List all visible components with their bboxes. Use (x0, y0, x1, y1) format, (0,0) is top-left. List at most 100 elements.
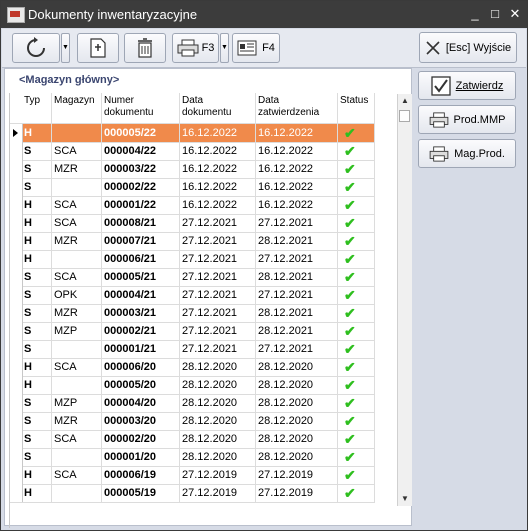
table-row[interactable]: S 000001/20 28.12.2020 28.12.2020 ✔ (10, 448, 375, 467)
cell-typ: S (22, 178, 52, 196)
table-row[interactable]: S MZP 000002/21 27.12.2021 28.12.2021 ✔ (10, 322, 375, 341)
cell-data_dok: 28.12.2020 (180, 448, 256, 466)
table-row[interactable]: S MZR 000003/21 27.12.2021 28.12.2021 ✔ (10, 304, 375, 323)
cell-typ: S (22, 160, 52, 178)
table-row[interactable]: S MZR 000003/20 28.12.2020 28.12.2020 ✔ (10, 412, 375, 431)
grid-header-row: Typ Magazyn Numer dokumentu Data dokumen… (10, 93, 375, 124)
column-header-typ[interactable]: Typ (22, 93, 52, 123)
table-row[interactable]: S MZP 000004/20 28.12.2020 28.12.2020 ✔ (10, 394, 375, 413)
cell-data_dok: 28.12.2020 (180, 376, 256, 394)
cell-magazyn: MZR (52, 232, 102, 250)
cell-data_dok: 28.12.2020 (180, 394, 256, 412)
table-row[interactable]: H 000005/20 28.12.2020 28.12.2020 ✔ (10, 376, 375, 395)
cell-magazyn (52, 484, 102, 502)
title-bar[interactable]: Dokumenty inwentaryzacyjne _ □ ✕ (1, 1, 527, 28)
cell-data_zatw: 27.12.2021 (256, 250, 338, 268)
table-row[interactable]: S OPK 000004/21 27.12.2021 27.12.2021 ✔ (10, 286, 375, 305)
cell-numer: 000003/22 (102, 160, 180, 178)
status-check-icon: ✔ (338, 214, 375, 232)
table-row[interactable]: S SCA 000002/20 28.12.2020 28.12.2020 ✔ (10, 430, 375, 449)
prod-mmp-button[interactable]: Prod.MMP (418, 105, 516, 134)
table-row[interactable]: S SCA 000004/22 16.12.2022 16.12.2022 ✔ (10, 142, 375, 161)
status-check-icon: ✔ (338, 358, 375, 376)
new-document-button[interactable] (77, 33, 119, 63)
cell-data_zatw: 27.12.2021 (256, 214, 338, 232)
documents-grid[interactable]: Typ Magazyn Numer dokumentu Data dokumen… (9, 93, 375, 528)
cell-data_dok: 28.12.2020 (180, 430, 256, 448)
zatwierdz-label: Zatwierdz (455, 79, 504, 92)
zatwierdz-button[interactable]: Zatwierdz (418, 71, 516, 100)
table-row[interactable]: H 000005/19 27.12.2019 27.12.2019 ✔ (10, 484, 375, 503)
column-header-status[interactable]: Status (338, 93, 375, 123)
cell-data_dok: 27.12.2021 (180, 322, 256, 340)
cell-data_dok: 28.12.2020 (180, 358, 256, 376)
table-row[interactable]: H SCA 000001/22 16.12.2022 16.12.2022 ✔ (10, 196, 375, 215)
delete-button[interactable] (124, 33, 166, 63)
document-f4-button[interactable]: F4 (232, 33, 280, 63)
cell-data_zatw: 16.12.2022 (256, 196, 338, 214)
table-row[interactable]: S 000001/21 27.12.2021 27.12.2021 ✔ (10, 340, 375, 359)
cell-typ: H (22, 484, 52, 502)
cell-numer: 000006/19 (102, 466, 180, 484)
cell-magazyn: SCA (52, 142, 102, 160)
column-header-numer[interactable]: Numer dokumentu (102, 93, 180, 123)
cell-data_dok: 16.12.2022 (180, 178, 256, 196)
column-header-data-zatwierdzenia[interactable]: Data zatwierdzenia (256, 93, 338, 123)
table-row[interactable]: S MZR 000003/22 16.12.2022 16.12.2022 ✔ (10, 160, 375, 179)
column-header-data-dokumentu[interactable]: Data dokumentu (180, 93, 256, 123)
scroll-down-arrow[interactable]: ▼ (398, 492, 412, 506)
print-f3-button[interactable]: F3 (172, 33, 219, 63)
cell-data_zatw: 27.12.2021 (256, 286, 338, 304)
column-header-magazyn[interactable]: Magazyn (52, 93, 102, 123)
cell-magazyn: SCA (52, 430, 102, 448)
cell-numer: 000005/19 (102, 484, 180, 502)
status-check-icon: ✔ (338, 286, 375, 304)
table-row[interactable]: H 000006/21 27.12.2021 27.12.2021 ✔ (10, 250, 375, 269)
refresh-button[interactable] (12, 33, 60, 63)
cell-data_zatw: 16.12.2022 (256, 160, 338, 178)
mag-prod-button[interactable]: Mag.Prod. (418, 139, 516, 168)
cell-magazyn: SCA (52, 466, 102, 484)
status-check-icon: ✔ (338, 376, 375, 394)
cell-data_dok: 27.12.2021 (180, 250, 256, 268)
cell-numer: 000006/21 (102, 250, 180, 268)
status-check-icon: ✔ (338, 232, 375, 250)
table-row[interactable]: H MZR 000007/21 27.12.2021 28.12.2021 ✔ (10, 232, 375, 251)
table-row[interactable]: S 000002/22 16.12.2022 16.12.2022 ✔ (10, 178, 375, 197)
cell-data_dok: 27.12.2021 (180, 232, 256, 250)
cell-data_dok: 16.12.2022 (180, 196, 256, 214)
minimize-button[interactable]: _ (466, 5, 484, 23)
cell-numer: 000001/22 (102, 196, 180, 214)
cell-data_dok: 27.12.2019 (180, 484, 256, 502)
table-row[interactable]: H SCA 000006/19 27.12.2019 27.12.2019 ✔ (10, 466, 375, 485)
new-document-icon (90, 38, 106, 58)
cell-data_dok: 16.12.2022 (180, 124, 256, 142)
checkbox-icon (431, 75, 451, 96)
status-check-icon: ✔ (338, 304, 375, 322)
cell-magazyn: OPK (52, 286, 102, 304)
maximize-button[interactable]: □ (486, 5, 504, 23)
cell-magazyn: SCA (52, 214, 102, 232)
close-button[interactable]: ✕ (506, 5, 524, 23)
table-row[interactable]: S SCA 000005/21 27.12.2021 28.12.2021 ✔ (10, 268, 375, 287)
print-dropdown-arrow[interactable]: ▼ (220, 33, 229, 63)
table-row[interactable]: H 000005/22 16.12.2022 16.12.2022 ✔ (10, 124, 375, 143)
scroll-up-arrow[interactable]: ▲ (398, 94, 412, 108)
vertical-scrollbar[interactable]: ▲ ▼ (397, 94, 412, 506)
scroll-thumb[interactable] (399, 110, 410, 122)
cell-magazyn (52, 448, 102, 466)
cell-numer: 000002/20 (102, 430, 180, 448)
cell-numer: 000007/21 (102, 232, 180, 250)
cell-data_zatw: 27.12.2019 (256, 484, 338, 502)
table-row[interactable]: H SCA 000006/20 28.12.2020 28.12.2020 ✔ (10, 358, 375, 377)
cell-magazyn (52, 340, 102, 358)
printer-icon (429, 111, 448, 128)
status-check-icon: ✔ (338, 142, 375, 160)
status-check-icon: ✔ (338, 448, 375, 466)
exit-button[interactable]: [Esc] Wyjście (419, 32, 517, 63)
cell-magazyn (52, 376, 102, 394)
cell-magazyn: SCA (52, 358, 102, 376)
print-f3-label: F3 (201, 42, 215, 54)
table-row[interactable]: H SCA 000008/21 27.12.2021 27.12.2021 ✔ (10, 214, 375, 233)
refresh-dropdown-arrow[interactable]: ▼ (61, 33, 70, 63)
